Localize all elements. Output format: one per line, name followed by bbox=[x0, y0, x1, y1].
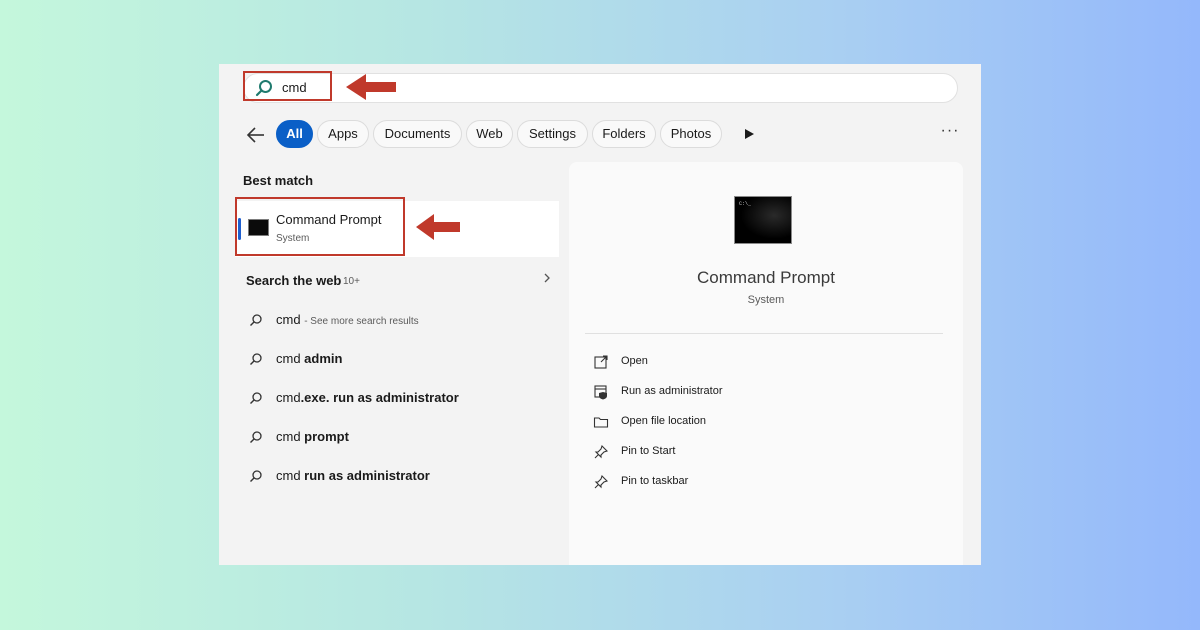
search-highlight-box bbox=[243, 71, 332, 101]
action-pin-to-start[interactable]: Pin to Start bbox=[593, 442, 893, 462]
web-results-count: 10+ bbox=[343, 276, 360, 287]
filter-chip-folders[interactable]: Folders bbox=[592, 120, 656, 148]
action-label: Run as administrator bbox=[621, 385, 723, 397]
filter-bar: All Apps Documents Web Settings Folders … bbox=[219, 120, 981, 150]
web-result-item[interactable]: cmd.exe. run as administrator bbox=[249, 388, 549, 408]
search-the-web-heading: Search the web bbox=[246, 273, 342, 288]
windows-search-panel: cmd All Apps Documents Web Settings Fold… bbox=[219, 64, 981, 565]
search-icon bbox=[250, 353, 262, 365]
search-icon bbox=[250, 431, 262, 443]
svg-text:C:\_: C:\_ bbox=[739, 201, 752, 207]
search-icon bbox=[250, 314, 262, 326]
web-result-item[interactable]: cmd - See more search results bbox=[249, 310, 549, 330]
action-run-as-administrator[interactable]: Run as administrator bbox=[593, 382, 893, 402]
folder-icon bbox=[593, 417, 609, 428]
web-result-hint: - See more search results bbox=[304, 316, 419, 327]
preview-app-name: Command Prompt bbox=[697, 268, 835, 287]
more-options-icon[interactable]: ··· bbox=[939, 122, 961, 144]
action-open[interactable]: Open bbox=[593, 352, 893, 372]
web-result-item[interactable]: cmd admin bbox=[249, 349, 549, 369]
filter-chip-photos[interactable]: Photos bbox=[660, 120, 722, 148]
preview-pane: C:\_ Command Prompt System Open Run as a… bbox=[569, 162, 963, 565]
web-result-item[interactable]: cmd run as administrator bbox=[249, 466, 549, 486]
pin-icon bbox=[594, 474, 609, 489]
web-result-term: cmd bbox=[276, 390, 301, 405]
shield-window-icon bbox=[594, 385, 607, 400]
preview-app-type: System bbox=[747, 294, 785, 306]
annotation-arrow-icon bbox=[416, 214, 460, 240]
search-icon bbox=[250, 470, 262, 482]
terminal-cursor-icon: C:\_ bbox=[739, 201, 752, 207]
filter-chip-apps[interactable]: Apps bbox=[317, 120, 369, 148]
web-result-suffix: .exe. run as administrator bbox=[300, 390, 459, 405]
pin-icon bbox=[594, 444, 609, 459]
best-match-highlight-box bbox=[235, 197, 405, 256]
action-open-file-location[interactable]: Open file location bbox=[593, 412, 893, 432]
web-result-suffix: admin bbox=[300, 351, 343, 366]
action-label: Open file location bbox=[621, 415, 706, 427]
open-external-icon bbox=[594, 355, 608, 369]
filter-chip-all[interactable]: All bbox=[276, 120, 313, 148]
web-result-term: cmd bbox=[276, 312, 301, 327]
best-match-heading: Best match bbox=[243, 173, 314, 188]
command-prompt-icon: C:\_ bbox=[734, 196, 792, 244]
filter-chip-settings[interactable]: Settings bbox=[517, 120, 588, 148]
web-result-suffix: run as administrator bbox=[300, 468, 430, 483]
action-pin-to-taskbar[interactable]: Pin to taskbar bbox=[593, 472, 893, 492]
web-result-item[interactable]: cmd prompt bbox=[249, 427, 549, 447]
annotation-arrow-icon bbox=[346, 74, 396, 100]
results-list: Best match Command Prompt System Search … bbox=[219, 160, 564, 560]
back-arrow-icon[interactable] bbox=[245, 124, 267, 146]
action-label: Open bbox=[621, 355, 648, 367]
web-result-term: cmd bbox=[276, 468, 301, 483]
web-result-suffix: prompt bbox=[300, 429, 349, 444]
action-label: Pin to taskbar bbox=[621, 475, 689, 487]
filter-chip-web[interactable]: Web bbox=[466, 120, 513, 148]
web-result-term: cmd bbox=[276, 429, 301, 444]
filter-chip-documents[interactable]: Documents bbox=[373, 120, 462, 148]
search-icon bbox=[250, 392, 262, 404]
web-result-term: cmd bbox=[276, 351, 301, 366]
divider bbox=[585, 333, 943, 334]
play-icon[interactable] bbox=[742, 127, 756, 141]
chevron-right-icon[interactable] bbox=[541, 271, 553, 285]
action-label: Pin to Start bbox=[621, 445, 676, 457]
